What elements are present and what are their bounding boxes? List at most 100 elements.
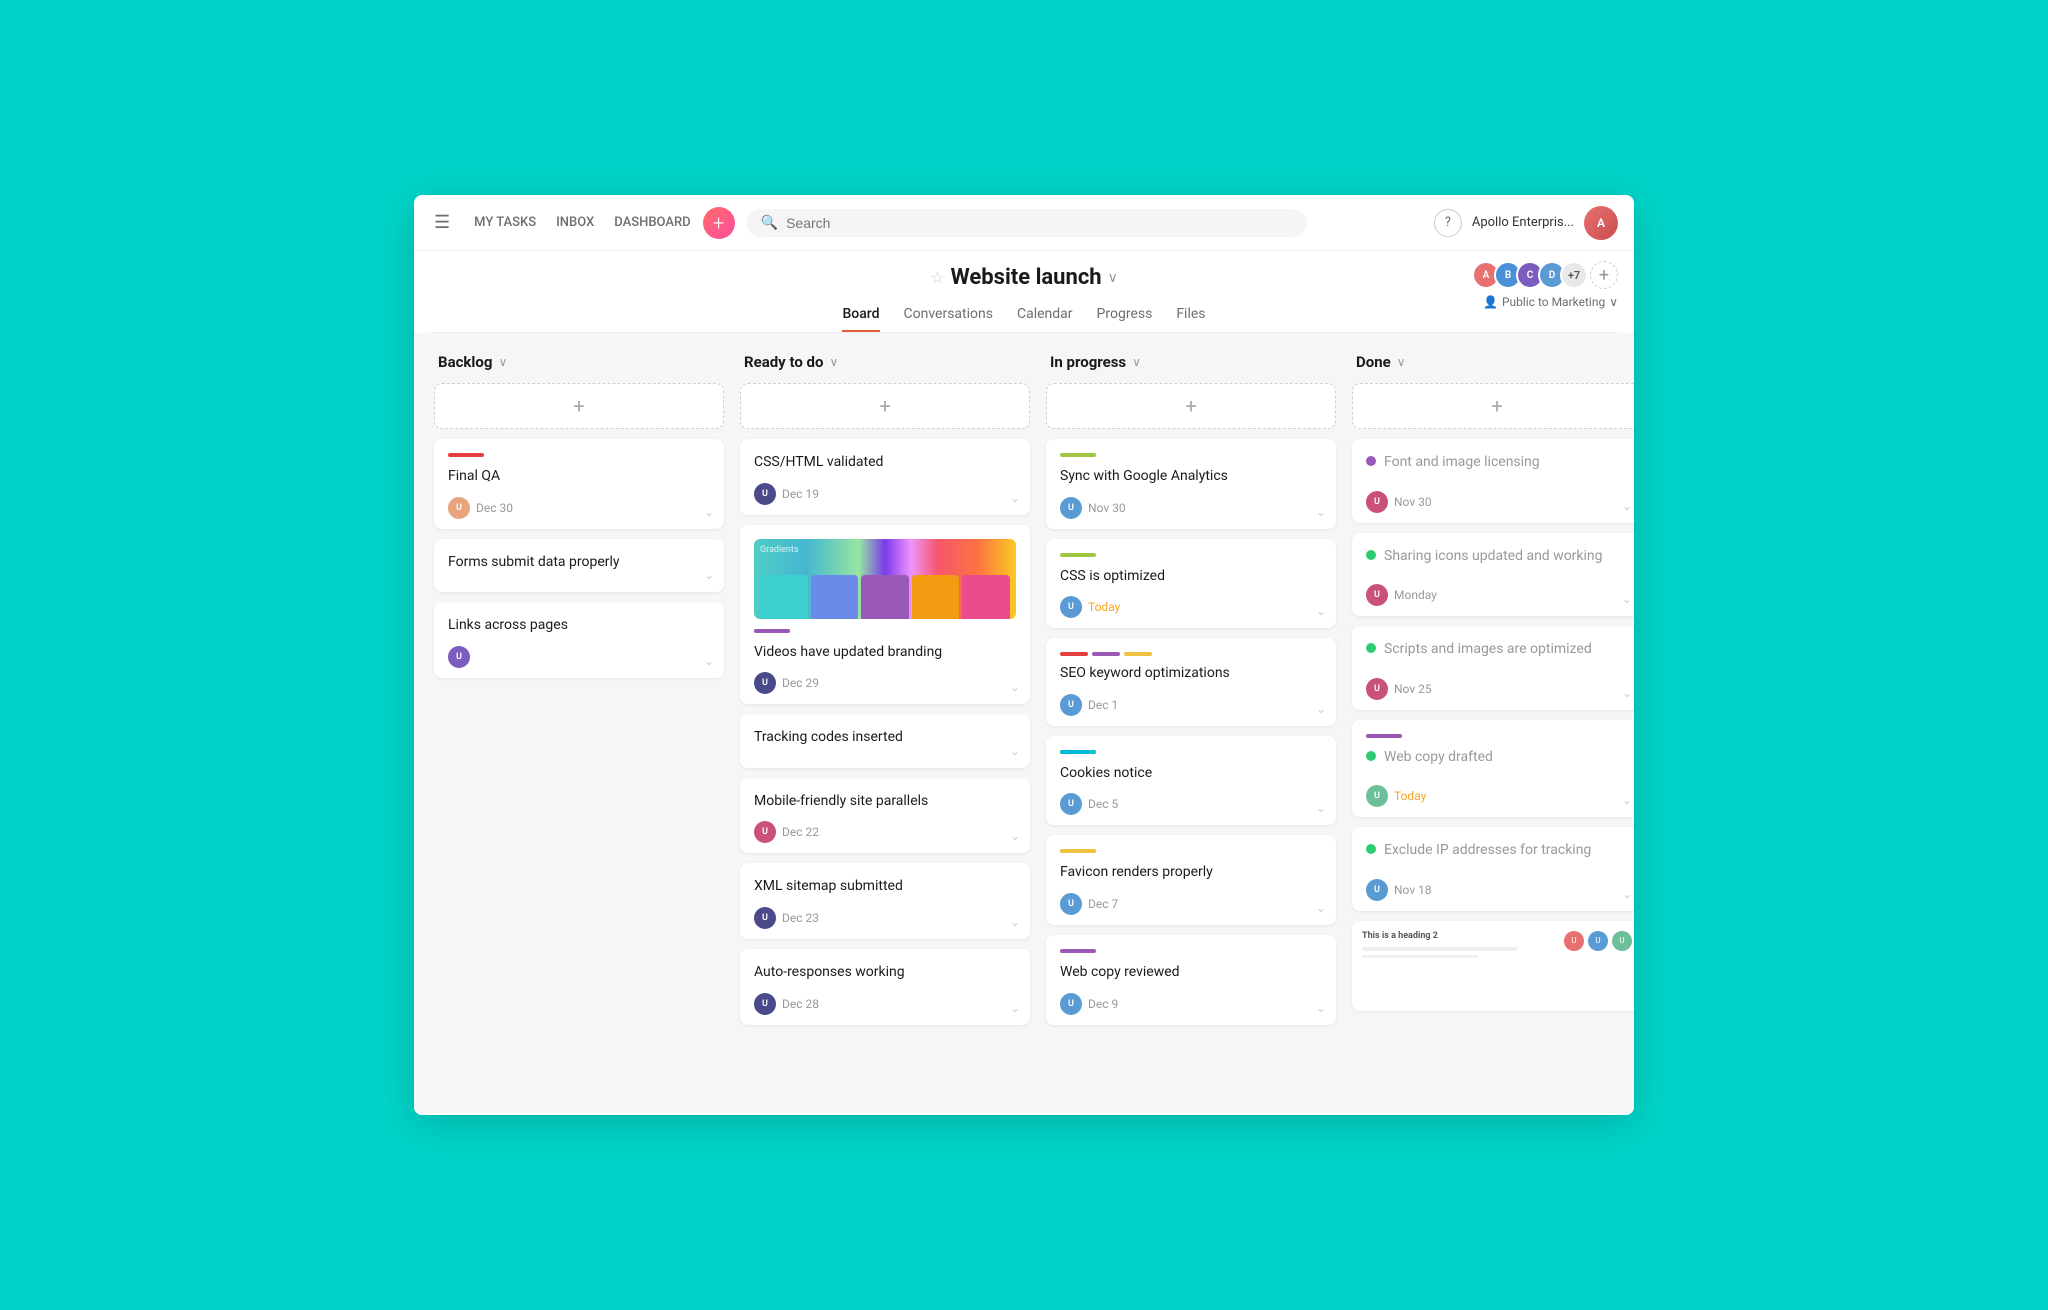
add-card-backlog-button[interactable]: + xyxy=(434,383,724,429)
nav-right: ? Apollo Enterpris... A xyxy=(1434,206,1618,240)
card-title-tracking-codes: Tracking codes inserted xyxy=(754,728,1016,748)
card-date-mobile-friendly: Dec 22 xyxy=(782,825,819,839)
card-label-final-qa xyxy=(448,453,484,457)
card-meta-final-qa: U Dec 30 xyxy=(448,497,710,519)
card-expand-videos-branding[interactable]: ⌄ xyxy=(1010,680,1020,694)
card-title-xml-sitemap: XML sitemap submitted xyxy=(754,877,1016,897)
card-expand-forms-submit[interactable]: ⌄ xyxy=(704,568,714,582)
column-in-progress-title: In progress xyxy=(1050,353,1126,371)
card-avatar-scripts-images: U xyxy=(1366,678,1388,700)
card-title-exclude-ip: Exclude IP addresses for tracking xyxy=(1384,841,1591,861)
card-title-row-font-licensing: Font and image licensing xyxy=(1366,453,1628,483)
column-in-progress-header: In progress ∨ xyxy=(1046,353,1336,371)
swatch-2 xyxy=(811,575,859,619)
privacy-setting[interactable]: 👤 Public to Marketing ∨ xyxy=(1483,295,1618,309)
card-expand-auto-responses[interactable]: ⌄ xyxy=(1010,1001,1020,1015)
card-expand-scripts-images[interactable]: ⌄ xyxy=(1622,686,1632,700)
card-favicon: Favicon renders properly U Dec 7 ⌄ xyxy=(1046,835,1336,925)
card-expand-seo-keywords[interactable]: ⌄ xyxy=(1316,702,1326,716)
label-seo-yellow xyxy=(1124,652,1152,656)
column-backlog-chevron[interactable]: ∨ xyxy=(498,355,507,369)
column-done-title: Done xyxy=(1356,353,1391,371)
app-window: ☰ MY TASKS INBOX DASHBOARD + 🔍 ? Apollo … xyxy=(414,195,1634,1115)
card-expand-css-optimized[interactable]: ⌄ xyxy=(1316,604,1326,618)
swatch-1 xyxy=(760,575,808,619)
card-expand-xml-sitemap[interactable]: ⌄ xyxy=(1010,915,1020,929)
card-expand-css-html[interactable]: ⌄ xyxy=(1010,491,1020,505)
card-expand-favicon[interactable]: ⌄ xyxy=(1316,901,1326,915)
project-chevron[interactable]: ∨ xyxy=(1108,270,1118,286)
card-avatar-css-html: U xyxy=(754,483,776,505)
card-label-web-copy-reviewed xyxy=(1060,949,1096,953)
column-ready-chevron[interactable]: ∨ xyxy=(829,355,838,369)
card-expand-tracking-codes[interactable]: ⌄ xyxy=(1010,744,1020,758)
card-date-exclude-ip: Nov 18 xyxy=(1394,883,1432,897)
card-meta-seo-keywords: U Dec 1 xyxy=(1060,694,1322,716)
card-title-videos-branding: Videos have updated branding xyxy=(754,643,1016,663)
hamburger-icon[interactable]: ☰ xyxy=(430,208,454,237)
card-expand-web-copy-drafted[interactable]: ⌄ xyxy=(1622,793,1632,807)
preview-avatar-row: U U U xyxy=(1564,931,1632,951)
card-date-seo-keywords: Dec 1 xyxy=(1088,698,1118,712)
card-date-xml-sitemap: Dec 23 xyxy=(782,911,819,925)
tab-conversations[interactable]: Conversations xyxy=(904,300,993,332)
add-project-button[interactable]: + xyxy=(703,207,735,239)
column-in-progress-chevron[interactable]: ∨ xyxy=(1132,355,1141,369)
card-expand-final-qa[interactable]: ⌄ xyxy=(704,505,714,519)
preview-avatar-2: U xyxy=(1588,931,1608,951)
card-title-row-exclude-ip: Exclude IP addresses for tracking xyxy=(1366,841,1628,871)
card-meta-sharing-icons: U Monday xyxy=(1366,584,1628,606)
tab-calendar[interactable]: Calendar xyxy=(1017,300,1073,332)
card-expand-font-licensing[interactable]: ⌄ xyxy=(1622,499,1632,513)
tab-board[interactable]: Board xyxy=(842,300,879,332)
help-button[interactable]: ? xyxy=(1434,209,1462,237)
card-avatar-web-copy-reviewed: U xyxy=(1060,993,1082,1015)
add-card-done-button[interactable]: + xyxy=(1352,383,1634,429)
card-title-scripts-images: Scripts and images are optimized xyxy=(1384,640,1592,660)
card-avatar-exclude-ip: U xyxy=(1366,879,1388,901)
card-expand-exclude-ip[interactable]: ⌄ xyxy=(1622,887,1632,901)
card-date-web-copy-reviewed: Dec 9 xyxy=(1088,997,1118,1011)
card-title-css-html: CSS/HTML validated xyxy=(754,453,1016,473)
card-avatar-web-copy-drafted: U xyxy=(1366,785,1388,807)
card-sync-analytics: Sync with Google Analytics U Nov 30 ⌄ xyxy=(1046,439,1336,529)
card-expand-mobile-friendly[interactable]: ⌄ xyxy=(1010,829,1020,843)
card-date-css-optimized: Today xyxy=(1088,600,1120,614)
column-in-progress: In progress ∨ + Sync with Google Analyti… xyxy=(1046,353,1336,1093)
card-expand-sharing-icons[interactable]: ⌄ xyxy=(1622,592,1632,606)
favorite-icon[interactable]: ☆ xyxy=(930,268,944,287)
card-expand-links-across[interactable]: ⌄ xyxy=(704,654,714,668)
column-done-chevron[interactable]: ∨ xyxy=(1397,355,1406,369)
gradient-label: Gradients xyxy=(754,545,1016,555)
inbox-link[interactable]: INBOX xyxy=(556,215,594,230)
tab-progress[interactable]: Progress xyxy=(1097,300,1153,332)
my-tasks-link[interactable]: MY TASKS xyxy=(474,215,536,230)
card-date-css-html: Dec 19 xyxy=(782,487,819,501)
tab-files[interactable]: Files xyxy=(1176,300,1205,332)
project-tabs: Board Conversations Calendar Progress Fi… xyxy=(430,300,1618,333)
add-member-button[interactable]: + xyxy=(1590,261,1618,289)
card-meta-cookies: U Dec 5 xyxy=(1060,793,1322,815)
card-mobile-friendly: Mobile-friendly site parallels U Dec 22 … xyxy=(740,778,1030,854)
add-card-ready-button[interactable]: + xyxy=(740,383,1030,429)
add-card-in-progress-button[interactable]: + xyxy=(1046,383,1336,429)
card-avatar-css-optimized: U xyxy=(1060,596,1082,618)
board: Backlog ∨ + Final QA U Dec 30 ⌄ Forms su… xyxy=(414,333,1634,1113)
card-expand-cookies[interactable]: ⌄ xyxy=(1316,801,1326,815)
card-label-web-copy-drafted xyxy=(1366,734,1402,738)
card-title-links-across: Links across pages xyxy=(448,616,710,636)
dashboard-link[interactable]: DASHBOARD xyxy=(614,215,690,230)
search-bar[interactable]: 🔍 xyxy=(747,209,1307,237)
search-input[interactable] xyxy=(786,215,1293,231)
card-date-auto-responses: Dec 28 xyxy=(782,997,819,1011)
card-date-sharing-icons: Monday xyxy=(1394,588,1437,602)
card-date-font-licensing: Nov 30 xyxy=(1394,495,1432,509)
project-title: Website launch xyxy=(950,265,1101,290)
column-ready: Ready to do ∨ + CSS/HTML validated U Dec… xyxy=(740,353,1030,1093)
card-expand-web-copy-reviewed[interactable]: ⌄ xyxy=(1316,1001,1326,1015)
card-expand-sync-analytics[interactable]: ⌄ xyxy=(1316,505,1326,519)
user-avatar[interactable]: A xyxy=(1584,206,1618,240)
card-title-sync-analytics: Sync with Google Analytics xyxy=(1060,467,1322,487)
card-meta-scripts-images: U Nov 25 xyxy=(1366,678,1628,700)
label-seo-red xyxy=(1060,652,1088,656)
